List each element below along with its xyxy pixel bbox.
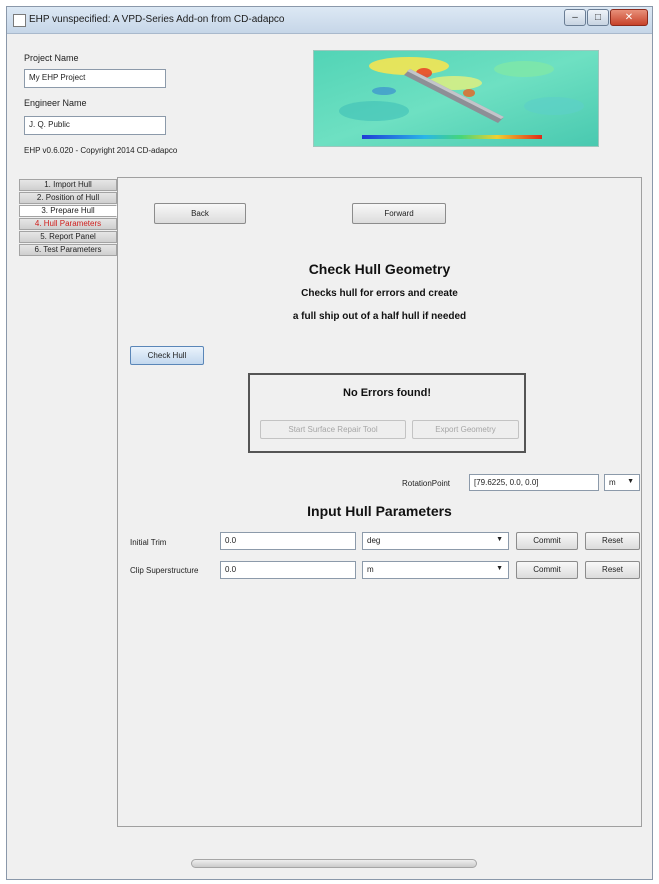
app-icon [13, 14, 26, 27]
initial-trim-unit-value: deg [367, 536, 381, 545]
rotation-point-field[interactable]: [79.6225, 0.0, 0.0] [469, 474, 599, 491]
chevron-down-icon: ▼ [496, 536, 503, 543]
engineer-name-label: Engineer Name [24, 98, 87, 108]
initial-trim-label: Initial Trim [130, 538, 167, 547]
chevron-down-icon: ▼ [627, 478, 634, 485]
close-button[interactable]: ✕ [610, 9, 648, 26]
check-result-box: No Errors found! Start Surface Repair To… [248, 373, 526, 453]
prepare-hull-panel: Back Forward Check Hull Geometry Checks … [117, 177, 642, 827]
clip-superstructure-unit-select[interactable]: m ▼ [362, 561, 509, 579]
initial-trim-unit-select[interactable]: deg ▼ [362, 532, 509, 550]
tab-import-hull[interactable]: 1. Import Hull [19, 179, 117, 191]
clip-superstructure-field[interactable]: 0.0 [220, 561, 356, 579]
rotation-unit-select[interactable]: m ▼ [604, 474, 640, 491]
check-hull-button[interactable]: Check Hull [130, 346, 204, 365]
initial-trim-reset-button[interactable]: Reset [585, 532, 640, 550]
title-bar: EHP vunspecified: A VPD-Series Add-on fr… [7, 7, 652, 34]
export-geometry-button[interactable]: Export Geometry [412, 420, 519, 439]
app-window: EHP vunspecified: A VPD-Series Add-on fr… [6, 6, 653, 880]
clip-superstructure-unit-value: m [367, 565, 374, 574]
forward-button[interactable]: Forward [352, 203, 446, 224]
tab-test-parameters[interactable]: 6. Test Parameters [19, 244, 117, 256]
tab-position-of-hull[interactable]: 2. Position of Hull [19, 192, 117, 204]
window-title: EHP vunspecified: A VPD-Series Add-on fr… [29, 14, 285, 25]
tab-report-panel[interactable]: 5. Report Panel [19, 231, 117, 243]
rotation-unit-value: m [609, 478, 616, 487]
check-hull-subtitle-1: Checks hull for errors and create [301, 288, 458, 299]
clip-superstructure-commit-button[interactable]: Commit [516, 561, 578, 579]
check-hull-title: Check Hull Geometry [308, 261, 451, 277]
minimize-button[interactable]: – [564, 9, 586, 26]
horizontal-scrollbar[interactable] [191, 859, 477, 868]
maximize-button[interactable]: □ [587, 9, 609, 26]
rotation-point-label: RotationPoint [402, 479, 451, 488]
clip-superstructure-reset-button[interactable]: Reset [585, 561, 640, 579]
initial-trim-field[interactable]: 0.0 [220, 532, 356, 550]
project-name-label: Project Name [24, 53, 79, 63]
copyright-text: EHP v0.6.020 - Copyright 2014 CD-adapco [24, 146, 178, 155]
result-status: No Errors found! [343, 387, 431, 399]
hull-parameters-title: Input Hull Parameters [307, 503, 452, 519]
check-hull-subtitle-2: a full ship out of a half hull if needed [292, 311, 467, 322]
wizard-tabs: 1. Import Hull 2. Position of Hull 3. Pr… [19, 179, 117, 257]
tab-prepare-hull[interactable]: 3. Prepare Hull [19, 205, 117, 217]
hull-simulation-image [313, 50, 599, 147]
tab-hull-parameters[interactable]: 4. Hull Parameters [19, 218, 117, 230]
surface-repair-button[interactable]: Start Surface Repair Tool [260, 420, 406, 439]
back-button[interactable]: Back [154, 203, 246, 224]
initial-trim-commit-button[interactable]: Commit [516, 532, 578, 550]
engineer-name-field[interactable]: J. Q. Public [24, 116, 166, 135]
project-name-field[interactable]: My EHP Project [24, 69, 166, 88]
clip-superstructure-label: Clip Superstructure [130, 566, 199, 575]
chevron-down-icon: ▼ [496, 565, 503, 572]
